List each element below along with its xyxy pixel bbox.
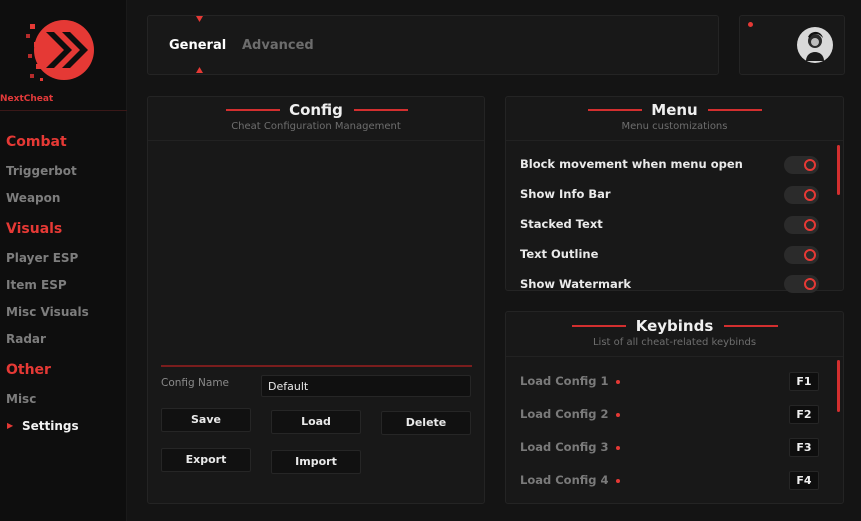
menu-title: Menu — [651, 101, 698, 119]
profile-box — [739, 15, 845, 75]
keybinds-title: Keybinds — [635, 317, 714, 335]
show-info-bar-toggle[interactable] — [784, 186, 819, 204]
title-decoration-right — [354, 109, 408, 111]
keybind-dot-icon — [616, 413, 620, 417]
keybind-label: Load Config 4 — [520, 473, 609, 487]
keybind-dot-icon — [616, 380, 620, 384]
sidebar-item-misc-visuals[interactable]: Misc Visuals — [6, 305, 89, 319]
keybind-label: Load Config 3 — [520, 440, 609, 454]
keybind-key[interactable]: F1 — [789, 372, 819, 391]
sidebar-item-radar[interactable]: Radar — [6, 332, 46, 346]
config-title: Config — [289, 101, 343, 119]
delete-button[interactable]: Delete — [381, 411, 471, 435]
sidebar-item-player-esp[interactable]: Player ESP — [6, 251, 78, 265]
title-decoration-right — [708, 109, 762, 111]
sidebar-item-triggerbot[interactable]: Triggerbot — [6, 164, 77, 178]
import-button[interactable]: Import — [271, 450, 361, 474]
option-stacked-text-label: Stacked Text — [520, 217, 603, 231]
avatar[interactable] — [797, 27, 833, 63]
tab-indicator-bottom-icon — [196, 67, 203, 73]
config-panel: Config Cheat Configuration Management Co… — [147, 96, 485, 504]
option-show-info-bar-label: Show Info Bar — [520, 187, 611, 201]
active-indicator-icon: ▶ — [7, 421, 14, 430]
save-button[interactable]: Save — [161, 408, 251, 432]
config-list-divider — [161, 365, 472, 367]
toggle-knob-icon — [804, 189, 816, 201]
sidebar-item-misc[interactable]: Misc — [6, 392, 36, 406]
sidebar-category-combat: Combat — [6, 134, 67, 150]
status-dot-icon — [748, 22, 753, 27]
tabs-bar: General Advanced — [147, 15, 719, 75]
toggle-knob-icon — [804, 159, 816, 171]
config-name-label: Config Name — [161, 377, 230, 389]
keybinds-panel: Keybinds List of all cheat-related keybi… — [505, 311, 844, 504]
brand-name: NextCheat — [0, 94, 54, 104]
sidebar-item-weapon[interactable]: Weapon — [6, 191, 60, 205]
keybind-key[interactable]: F4 — [789, 471, 819, 490]
menu-header-divider — [506, 140, 843, 141]
option-show-watermark-label: Show Watermark — [520, 277, 632, 291]
config-list[interactable] — [161, 143, 472, 365]
toggle-knob-icon — [804, 278, 816, 290]
tab-indicator-top-icon — [196, 16, 203, 22]
tab-advanced[interactable]: Advanced — [242, 38, 314, 53]
export-button[interactable]: Export — [161, 448, 251, 472]
toggle-knob-icon — [804, 219, 816, 231]
sidebar-category-other: Other — [6, 362, 51, 378]
brand-divider — [0, 110, 127, 111]
keybind-label: Load Config 2 — [520, 407, 609, 421]
config-name-input[interactable] — [261, 375, 471, 397]
keybinds-scrollbar[interactable] — [837, 360, 840, 412]
load-button[interactable]: Load — [271, 410, 361, 434]
sidebar: NextCheat Combat Triggerbot Weapon Visua… — [0, 0, 127, 521]
sidebar-item-item-esp[interactable]: Item ESP — [6, 278, 67, 292]
toggle-knob-icon — [804, 249, 816, 261]
menu-scrollbar[interactable] — [837, 145, 840, 195]
keybind-key[interactable]: F3 — [789, 438, 819, 457]
block-movement-toggle[interactable] — [784, 156, 819, 174]
keybinds-subtitle: List of all cheat-related keybinds — [592, 337, 757, 348]
keybind-label: Load Config 1 — [520, 374, 609, 388]
keybind-dot-icon — [616, 446, 620, 450]
stacked-text-toggle[interactable] — [784, 216, 819, 234]
config-header-divider — [148, 140, 484, 141]
option-block-movement-label: Block movement when menu open — [520, 157, 743, 171]
menu-subtitle: Menu customizations — [621, 121, 728, 132]
show-watermark-toggle[interactable] — [784, 275, 819, 293]
keybinds-header-divider — [506, 356, 843, 357]
tab-general[interactable]: General — [169, 38, 226, 53]
title-decoration-right — [724, 325, 778, 327]
menu-panel: Menu Menu customizations Block movement … — [505, 96, 844, 293]
keybind-dot-icon — [616, 479, 620, 483]
config-subtitle: Cheat Configuration Management — [231, 121, 401, 132]
text-outline-toggle[interactable] — [784, 246, 819, 264]
keybind-key[interactable]: F2 — [789, 405, 819, 424]
sidebar-item-settings[interactable]: Settings — [22, 419, 79, 433]
logo-icon — [26, 20, 94, 81]
option-text-outline-label: Text Outline — [520, 247, 599, 261]
sidebar-category-visuals: Visuals — [6, 221, 63, 237]
